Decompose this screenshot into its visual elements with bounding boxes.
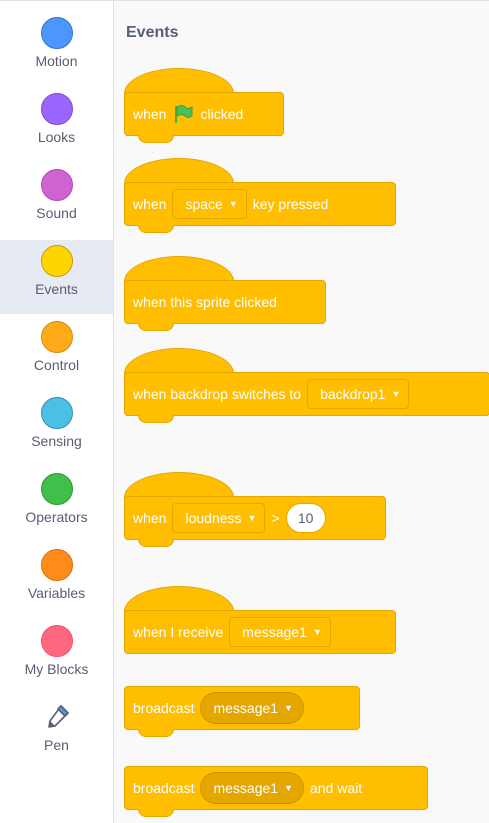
backdrop-dropdown[interactable]: backdrop1 ▼ — [307, 379, 410, 409]
when-key-pressed-block[interactable]: when space ▼ key pressed — [124, 182, 396, 226]
block-text: when this sprite clicked — [133, 294, 277, 310]
sensor-dropdown[interactable]: loudness ▼ — [172, 503, 266, 533]
category-label: Variables — [27, 585, 86, 601]
category-label: Operators — [25, 509, 88, 525]
category-control[interactable]: Control — [0, 316, 113, 390]
broadcast-message-dropdown[interactable]: message1 ▼ — [200, 692, 304, 724]
block-text: and wait — [310, 780, 363, 796]
category-label: Events — [35, 281, 78, 297]
category-events[interactable]: Events — [0, 240, 113, 314]
caret-down-icon: ▼ — [312, 626, 322, 637]
category-pen[interactable]: Pen — [0, 696, 113, 770]
category-my-blocks[interactable]: My Blocks — [0, 620, 113, 694]
block-text: key pressed — [252, 196, 329, 212]
when-backdrop-switches-block[interactable]: when backdrop switches to backdrop1 ▼ — [124, 372, 489, 416]
category-variables[interactable]: Variables — [0, 544, 113, 618]
block-text: when — [133, 510, 167, 526]
sensing-category-dot-icon — [40, 397, 73, 429]
dropdown-value: message1 — [213, 700, 279, 716]
block-notch — [138, 225, 174, 233]
divider — [114, 0, 489, 1]
category-label: My Blocks — [24, 661, 89, 677]
block-text: when I receive — [133, 624, 224, 640]
broadcast-block[interactable]: broadcast message1 ▼ — [124, 686, 360, 730]
caret-down-icon: ▼ — [228, 198, 238, 209]
broadcast-wait-message-dropdown[interactable]: message1 ▼ — [200, 772, 304, 804]
category-operators[interactable]: Operators — [0, 468, 113, 542]
caret-down-icon: ▼ — [284, 782, 293, 793]
block-text: when — [133, 106, 167, 122]
broadcast-and-wait-block[interactable]: broadcast message1 ▼ and wait — [124, 766, 428, 810]
dropdown-value: message1 — [242, 624, 307, 640]
control-category-dot-icon — [40, 321, 73, 353]
block-notch — [138, 729, 174, 737]
category-motion[interactable]: Motion — [0, 12, 113, 86]
caret-down-icon: ▼ — [247, 512, 257, 523]
dropdown-value: loudness — [185, 510, 242, 526]
category-sensing[interactable]: Sensing — [0, 392, 113, 466]
block-palette: Events when clicked when space ▼ key pre… — [114, 0, 489, 823]
section-title: Events — [126, 24, 179, 41]
block-text: when backdrop switches to — [133, 386, 302, 402]
sound-category-dot-icon — [40, 169, 73, 201]
dropdown-value: space — [185, 196, 223, 212]
category-label: Pen — [44, 737, 69, 753]
when-greater-than-block[interactable]: when loudness ▼ > 10 — [124, 496, 386, 540]
divider — [0, 0, 113, 1]
threshold-number-input[interactable]: 10 — [285, 503, 326, 533]
block-text: clicked — [200, 106, 244, 122]
dropdown-value: backdrop1 — [320, 386, 386, 402]
block-notch — [138, 415, 174, 423]
category-label: Motion — [35, 53, 78, 69]
looks-category-dot-icon — [40, 93, 73, 125]
category-label: Control — [33, 357, 80, 373]
motion-category-dot-icon — [40, 17, 73, 49]
block-notch — [138, 809, 174, 817]
pen-icon — [47, 705, 69, 728]
category-label: Sensing — [31, 433, 82, 449]
category-sound[interactable]: Sound — [0, 164, 113, 238]
key-dropdown[interactable]: space ▼ — [172, 189, 247, 219]
block-text: when — [133, 196, 167, 212]
variables-category-dot-icon — [40, 549, 73, 581]
block-notch — [138, 539, 174, 547]
when-flag-clicked-block[interactable]: when clicked — [124, 92, 284, 136]
operators-category-dot-icon — [40, 473, 73, 505]
block-text: broadcast — [133, 700, 195, 716]
block-notch — [138, 135, 174, 143]
when-sprite-clicked-block[interactable]: when this sprite clicked — [124, 280, 326, 324]
block-text: broadcast — [133, 780, 195, 796]
message-dropdown[interactable]: message1 ▼ — [229, 617, 331, 647]
category-menu: Motion Looks Sound Events Control Sensin… — [0, 0, 114, 823]
block-notch — [138, 323, 174, 331]
category-label: Looks — [37, 129, 76, 145]
category-looks[interactable]: Looks — [0, 88, 113, 162]
my-blocks-category-dot-icon — [40, 625, 73, 657]
when-i-receive-block[interactable]: when I receive message1 ▼ — [124, 610, 396, 654]
events-category-dot-icon — [40, 245, 73, 277]
caret-down-icon: ▼ — [284, 702, 293, 713]
caret-down-icon: ▼ — [391, 388, 401, 399]
green-flag-icon — [175, 105, 193, 123]
greater-than-operator: > — [271, 510, 280, 526]
category-label: Sound — [36, 205, 77, 221]
dropdown-value: message1 — [213, 780, 279, 796]
